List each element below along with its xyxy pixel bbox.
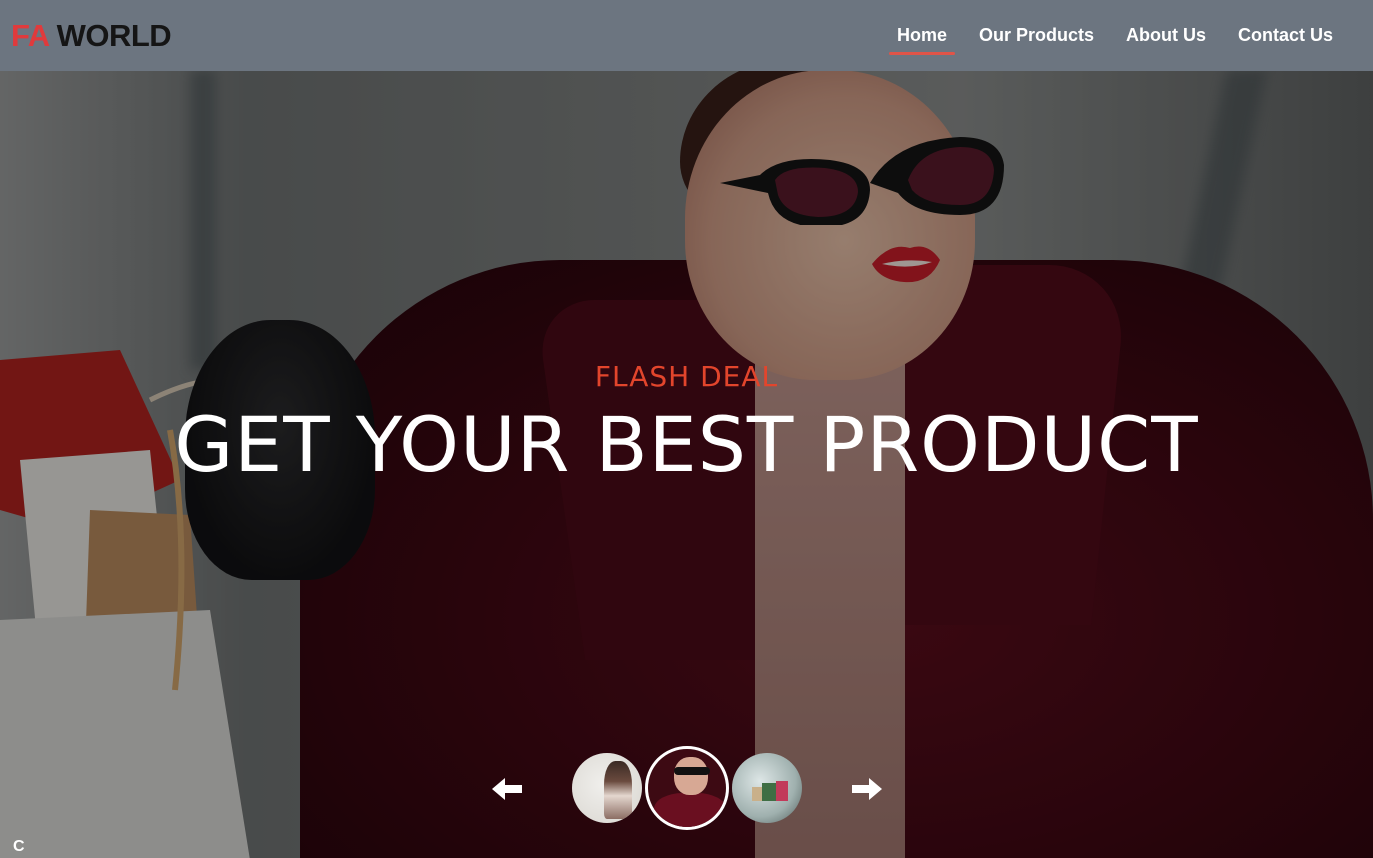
carousel-thumbnail-2-active[interactable] — [645, 746, 729, 830]
hero-title: GET YOUR BEST PRODUCT — [174, 400, 1199, 489]
carousel-thumbnail-1[interactable] — [572, 753, 642, 823]
carousel-thumbnail-3[interactable] — [732, 753, 802, 823]
arrow-right-icon[interactable] — [850, 772, 884, 806]
brand-logo-text: WORLD — [48, 17, 172, 53]
brand-logo-accent: FA — [11, 17, 49, 53]
nav-link-home[interactable]: Home — [881, 0, 963, 71]
main-nav: Home Our Products About Us Contact Us — [881, 0, 1349, 71]
navbar: FA WORLD Home Our Products About Us Cont… — [0, 0, 1373, 71]
brand-logo[interactable]: FA WORLD — [11, 17, 172, 54]
hero-subtitle: FLASH DEAL — [594, 360, 779, 393]
nav-link-our-products[interactable]: Our Products — [963, 0, 1110, 71]
nav-link-contact-us[interactable]: Contact Us — [1222, 0, 1349, 71]
corner-widget-text: C — [13, 838, 25, 855]
arrow-left-icon[interactable] — [490, 772, 524, 806]
nav-link-about-us[interactable]: About Us — [1110, 0, 1222, 71]
